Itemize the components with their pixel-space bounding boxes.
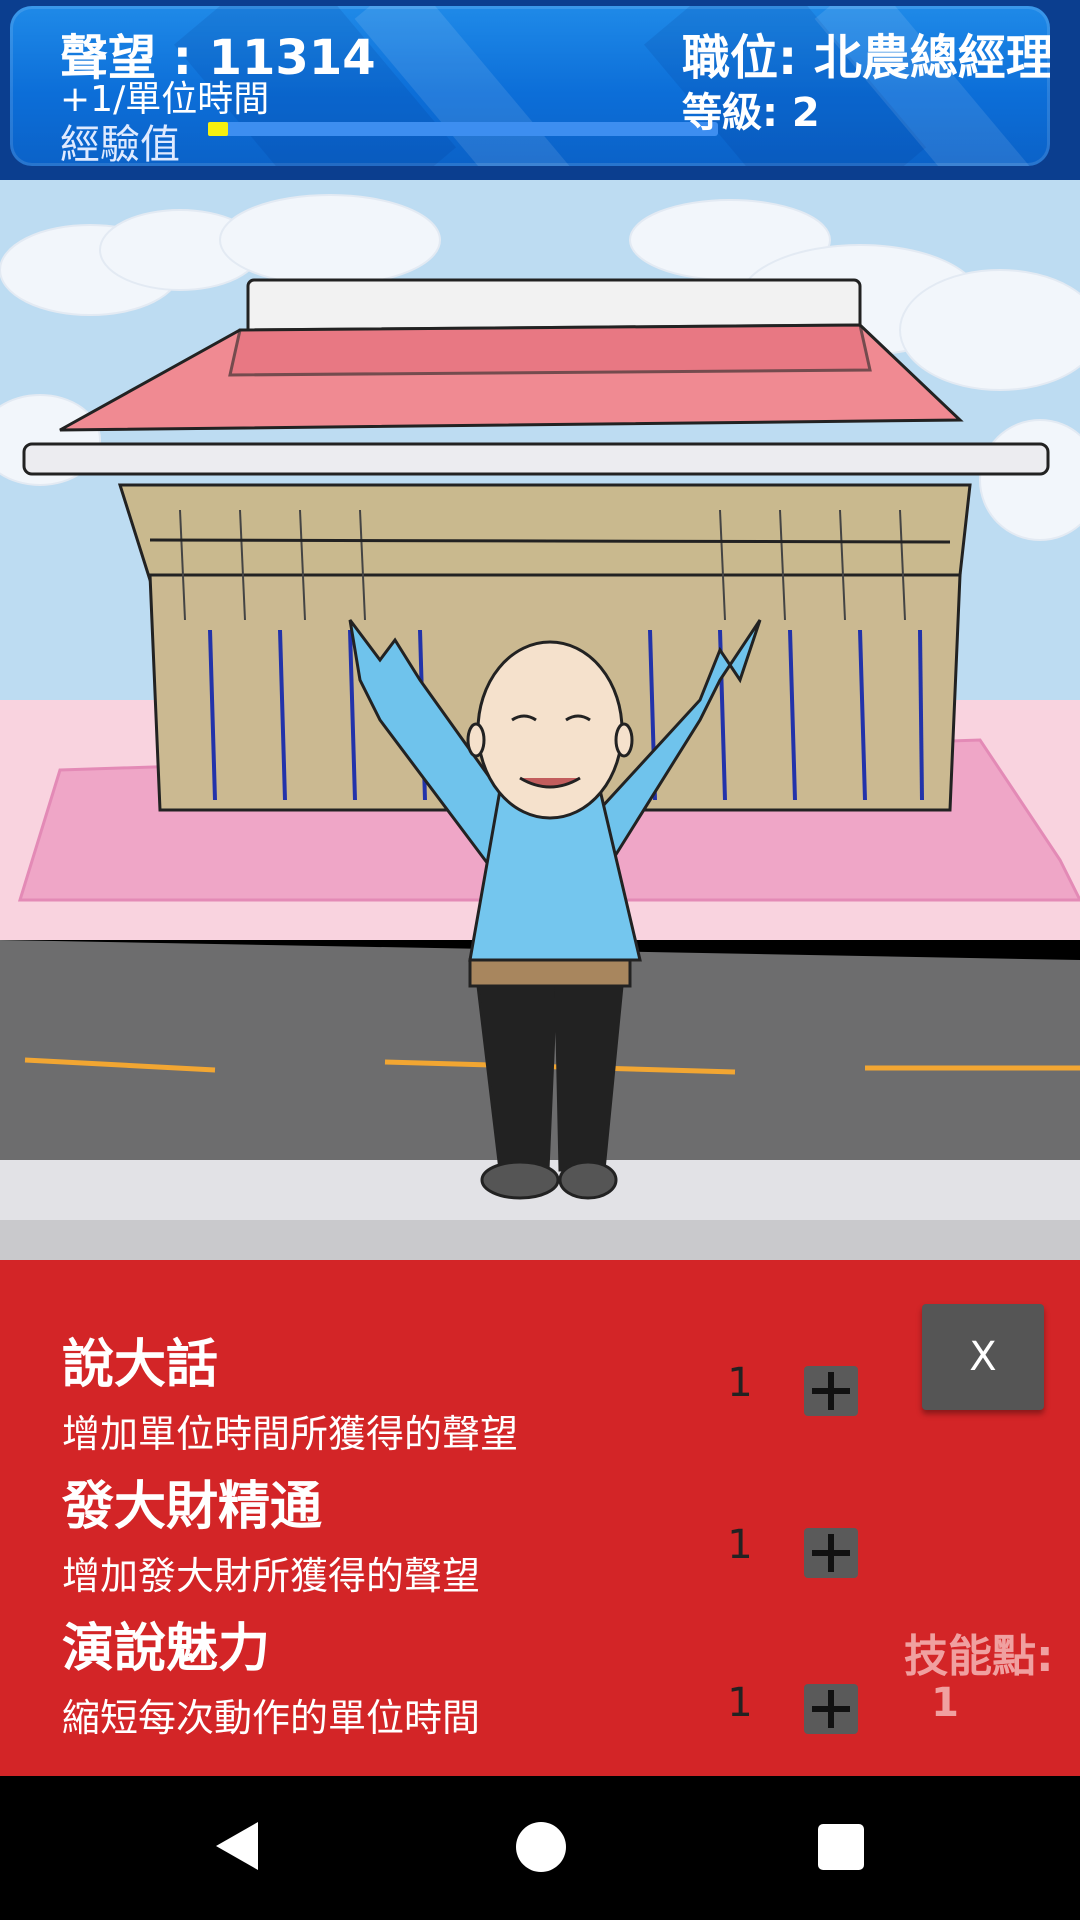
job-title: 職位: 北農總經理 [682,30,1050,86]
status-panel: 聲望 : 11314 +1/單位時間 經驗值 職位: 北農總經理 等級: 2 [0,0,1080,180]
upgrade-skill-button[interactable] [804,1684,858,1734]
scene-illustration [0,180,1080,1260]
level-indicator: 等級: 2 [682,90,820,136]
status-panel-inner: 聲望 : 11314 +1/單位時間 經驗值 職位: 北農總經理 等級: 2 [10,6,1050,166]
exp-label: 經驗值 [60,122,180,166]
exp-bar-fill [208,122,229,136]
skill-panel: 說大話 增加單位時間所獲得的聲望 1 發大財精通 增加發大財所獲得的聲望 1 演… [0,1260,1080,1776]
skill-item: 說大話 增加單位時間所獲得的聲望 [62,1322,518,1458]
skill-points-label: 技能點: [904,1631,1054,1682]
system-nav-bar [0,1776,1080,1920]
skill-level: 1 [727,1680,753,1726]
skill-name: 發大財精通 [62,1477,323,1537]
upgrade-skill-button[interactable] [804,1366,858,1416]
game-scene[interactable] [0,180,1080,1260]
skill-description: 縮短每次動作的單位時間 [62,1696,481,1740]
skill-item: 發大財精通 增加發大財所獲得的聲望 [62,1464,480,1600]
skill-item: 演說魅力 縮短每次動作的單位時間 [62,1606,480,1742]
exp-bar [208,122,718,136]
recents-icon[interactable] [818,1824,864,1870]
game-screen: 聲望 : 11314 +1/單位時間 經驗值 職位: 北農總經理 等級: 2 說… [0,0,1080,1920]
skill-name: 說大話 [62,1335,219,1395]
back-icon[interactable] [216,1822,258,1870]
skill-level: 1 [727,1522,753,1568]
skill-points-value: 1 [931,1680,959,1726]
skill-name: 演說魅力 [62,1619,271,1679]
skill-level: 1 [727,1360,753,1406]
skill-description: 增加單位時間所獲得的聲望 [62,1412,519,1456]
home-icon[interactable] [516,1822,566,1872]
upgrade-skill-button[interactable] [804,1528,858,1578]
close-button[interactable]: X [922,1304,1044,1410]
skill-description: 增加發大財所獲得的聲望 [62,1554,481,1598]
